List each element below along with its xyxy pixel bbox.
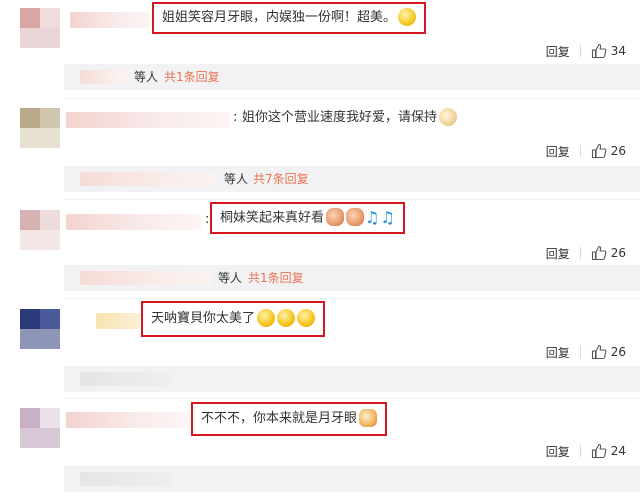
- avatar[interactable]: [20, 8, 60, 48]
- action-divider: [579, 445, 581, 457]
- comment-text: 不不不，你本来就是月牙眼: [190, 402, 388, 436]
- comment-text-content: 不不不，你本来就是月牙眼: [201, 411, 358, 426]
- avatar[interactable]: [20, 108, 60, 148]
- crying-face-emoji-icon: [277, 308, 296, 327]
- replier-names-blurred: [80, 271, 212, 285]
- comment-text-content: 姐姐笑容月牙眼，内娱独一份啊！超美。: [162, 10, 397, 25]
- like-count: 34: [610, 44, 626, 58]
- comment-actions: 回复 26: [546, 243, 626, 263]
- avatar[interactable]: [20, 408, 60, 448]
- like-button[interactable]: 34: [591, 43, 626, 59]
- comment-text-content: 姐你这个营业速度我好爱，请保持: [242, 110, 438, 125]
- doge-emoji-icon: [439, 107, 458, 126]
- comment-item: 不不不，你本来就是月牙眼 回复 24: [0, 402, 640, 475]
- comment-text: 姐你这个营业速度我好爱，请保持: [234, 104, 465, 132]
- reply-button[interactable]: 回复: [546, 43, 570, 60]
- like-count: 26: [610, 246, 626, 260]
- thumbs-up-icon: [591, 344, 607, 360]
- action-divider: [579, 145, 581, 157]
- reply-thread-label: 等人: [224, 172, 249, 186]
- reply-button[interactable]: 回复: [546, 344, 570, 361]
- replier-names-blurred: [80, 70, 128, 84]
- reply-thread-label: 等人: [218, 271, 243, 285]
- like-button[interactable]: 24: [591, 443, 626, 459]
- replier-names-blurred: [80, 172, 216, 186]
- divider: [64, 199, 640, 200]
- divider: [64, 398, 640, 399]
- view-replies-link[interactable]: 共1条回复: [248, 265, 304, 291]
- divider: [64, 298, 640, 299]
- name-colon: :: [205, 212, 210, 227]
- avatar[interactable]: [20, 309, 60, 349]
- reply-button[interactable]: 回复: [546, 245, 570, 262]
- reply-thread-row: [64, 366, 640, 392]
- like-count: 24: [610, 444, 626, 458]
- comment-text: 姐姐笑容月牙眼，内娱独一份啊！超美。: [151, 2, 427, 34]
- comment-text: 桐妹笑起来真好看 ♫♫: [210, 202, 405, 234]
- username-blurred[interactable]: [70, 12, 150, 28]
- crying-face-emoji-icon: [257, 308, 276, 327]
- reply-thread-label: 等人: [134, 70, 159, 84]
- smile-emoji-icon: [398, 7, 417, 26]
- comment-item: : 姐你这个营业速度我好爱，请保持 回复 26: [0, 107, 640, 175]
- like-button[interactable]: 26: [591, 143, 626, 159]
- action-divider: [579, 346, 581, 358]
- thumbs-up-icon: [591, 43, 607, 59]
- cat-emoji-icon: [359, 408, 378, 427]
- thumbs-up-icon: [591, 443, 607, 459]
- comment-actions: 回复 24: [546, 441, 626, 461]
- comment-actions: 回复 34: [546, 41, 626, 61]
- reply-thread-row: 等人 共1条回复: [64, 265, 640, 291]
- username-blurred[interactable]: [96, 313, 140, 329]
- comment-text: 天呐寶貝你太美了: [140, 301, 326, 337]
- monkey-emoji-icon: [326, 208, 345, 226]
- music-note-icon: ♫: [365, 208, 380, 227]
- replier-names-blurred: [80, 472, 172, 486]
- comment-text-content: 天呐寶貝你太美了: [151, 311, 256, 326]
- music-note-icon: ♫: [380, 208, 395, 227]
- view-replies-link[interactable]: 共1条回复: [164, 64, 220, 90]
- reply-thread-row: [64, 466, 640, 492]
- view-replies-link[interactable]: 共7条回复: [253, 166, 309, 192]
- like-count: 26: [610, 345, 626, 359]
- username-blurred[interactable]: [66, 412, 190, 428]
- action-divider: [579, 45, 581, 57]
- divider: [64, 98, 640, 99]
- replier-names-blurred: [80, 372, 172, 386]
- thumbs-up-icon: [591, 143, 607, 159]
- action-divider: [579, 247, 581, 259]
- like-count: 26: [610, 144, 626, 158]
- like-button[interactable]: 26: [591, 344, 626, 360]
- username-blurred[interactable]: [66, 214, 202, 230]
- reply-thread-row: 等人 共1条回复: [64, 64, 640, 90]
- username-blurred[interactable]: [66, 112, 230, 128]
- monkey-emoji-icon: [346, 208, 365, 226]
- reply-thread-row: 等人 共7条回复: [64, 166, 640, 192]
- avatar[interactable]: [20, 210, 60, 250]
- crying-face-emoji-icon: [297, 308, 316, 327]
- comment-actions: 回复 26: [546, 141, 626, 161]
- reply-button[interactable]: 回复: [546, 443, 570, 460]
- thumbs-up-icon: [591, 245, 607, 261]
- comment-text-content: 桐妹笑起来真好看: [220, 210, 325, 226]
- comment-actions: 回复 26: [546, 342, 626, 362]
- reply-button[interactable]: 回复: [546, 143, 570, 160]
- like-button[interactable]: 26: [591, 245, 626, 261]
